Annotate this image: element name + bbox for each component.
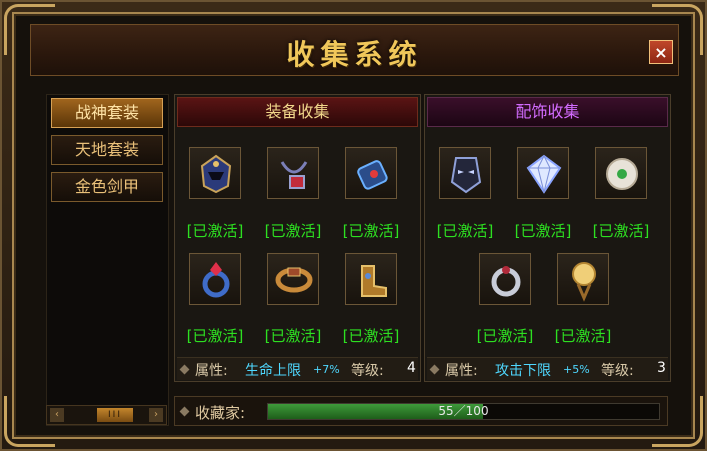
title-bar: 收集系统 [30, 24, 679, 76]
necklace-icon [280, 161, 308, 189]
equipment-attribute-row: 属性: 生命上限 +7% 等级: 4 [177, 357, 418, 380]
collector-label: 收藏家: [195, 404, 246, 422]
equip-slot[interactable] [345, 253, 397, 305]
attr-label: 属性: [195, 363, 228, 379]
scroll-thumb[interactable]: III [97, 408, 133, 422]
status-label: [已激活] [264, 222, 322, 240]
pearl-icon [606, 158, 638, 190]
diamond-icon [179, 364, 190, 375]
gem-icon [526, 154, 562, 194]
level-label: 等级: [601, 363, 634, 379]
scroll-right-button[interactable]: › [149, 408, 163, 422]
status-label: [已激活] [342, 222, 400, 240]
collector-row: 收藏家: 55／100 [174, 396, 668, 426]
diamond-icon [429, 364, 440, 375]
status-label: [已激活] [436, 222, 494, 240]
accessory-slot[interactable] [517, 147, 569, 199]
helmet-icon [200, 154, 232, 194]
status-label: [已激活] [514, 222, 572, 240]
equipment-panel-title: 装备收集 [177, 97, 418, 127]
collector-progress-text: 55／100 [438, 404, 489, 418]
mask-icon [450, 157, 482, 194]
equip-slot[interactable] [267, 147, 319, 199]
equip-slot[interactable] [345, 147, 397, 199]
attr-name: 攻击下限 [495, 363, 551, 379]
level-value: 3 [657, 360, 666, 376]
accessory-slot[interactable] [479, 253, 531, 305]
bracer-icon [357, 160, 388, 190]
attr-value: +5% [563, 363, 590, 376]
equip-slot[interactable] [189, 253, 241, 305]
diamond-icon [179, 406, 190, 417]
set-tab-tiandi[interactable]: 天地套装 [51, 135, 163, 165]
sidebar-scrollbar[interactable]: ‹ III › [46, 405, 167, 425]
window-title: 收集系统 [286, 38, 423, 71]
status-label: [已激活] [186, 327, 244, 345]
status-label: [已激活] [342, 327, 400, 345]
accessory-slot[interactable] [557, 253, 609, 305]
accessory-slot[interactable] [595, 147, 647, 199]
status-label: [已激活] [476, 327, 534, 345]
belt-icon [275, 267, 313, 293]
status-label: [已激活] [264, 327, 322, 345]
set-tab-zhanshen[interactable]: 战神套装 [51, 98, 163, 128]
silver-ring-icon [491, 266, 521, 297]
set-list: 战神套装 天地套装 金色剑甲 [46, 94, 169, 426]
close-button[interactable]: × [649, 40, 673, 64]
status-label: [已激活] [186, 222, 244, 240]
ring-icon [202, 262, 230, 298]
level-value: 4 [407, 360, 416, 376]
scroll-left-button[interactable]: ‹ [50, 408, 64, 422]
golden-orb-icon [572, 262, 596, 302]
accessory-panel-title: 配饰收集 [427, 97, 668, 127]
status-label: [已激活] [554, 327, 612, 345]
accessory-attribute-row: 属性: 攻击下限 +5% 等级: 3 [427, 357, 668, 380]
boots-icon [361, 265, 387, 297]
attr-name: 生命上限 [245, 363, 301, 379]
equip-slot[interactable] [189, 147, 241, 199]
level-label: 等级: [351, 363, 384, 379]
equipment-panel: 装备收集 [已激活] [已激活] [已激活] [已激活] [已激活] [已激活]… [174, 94, 421, 382]
attr-value: +7% [313, 363, 340, 376]
accessory-slot[interactable] [439, 147, 491, 199]
equip-slot[interactable] [267, 253, 319, 305]
attr-label: 属性: [445, 363, 478, 379]
accessory-panel: 配饰收集 [已激活] [已激活] [已激活] [已激活] [已激活] 属性: 攻… [424, 94, 671, 382]
collector-progress-bar: 55／100 [267, 403, 660, 420]
status-label: [已激活] [592, 222, 650, 240]
set-tab-jinse[interactable]: 金色剑甲 [51, 172, 163, 202]
